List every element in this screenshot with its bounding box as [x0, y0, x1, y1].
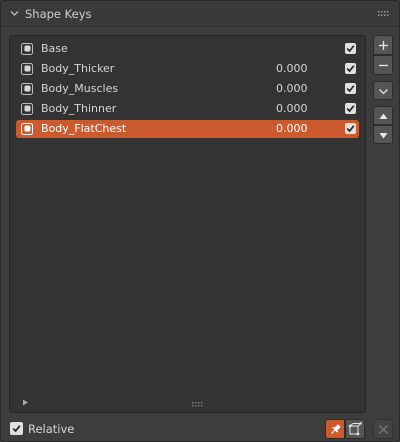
list-item-body-thicker[interactable]: Body_Thicker 0.000 [16, 60, 359, 78]
list-resize-grip-icon[interactable] [192, 402, 204, 407]
triangle-down-icon [379, 133, 388, 139]
add-shape-key-button[interactable] [373, 35, 393, 55]
drag-grip-icon[interactable] [378, 11, 390, 17]
clear-weights-button[interactable] [373, 419, 393, 439]
shape-key-name[interactable]: Body_Thinner [41, 102, 116, 115]
shape-key-edit-mode-button[interactable] [345, 419, 365, 439]
shape-key-specials-menu-button[interactable] [373, 81, 393, 100]
relative-checkbox[interactable] [10, 422, 23, 435]
minus-icon [379, 64, 388, 67]
shape-key-icon [21, 103, 33, 115]
shape-key-value[interactable]: 0.000 [276, 62, 308, 75]
shape-key-name[interactable]: Base [41, 42, 68, 55]
remove-shape-key-button[interactable] [373, 55, 393, 75]
shape-key-icon [21, 63, 33, 75]
shape-key-lock-button[interactable] [325, 419, 345, 439]
shape-key-mute-checkbox[interactable] [345, 123, 356, 134]
triangle-up-icon [379, 113, 388, 119]
pin-icon [331, 424, 341, 434]
shape-key-icon [21, 123, 33, 135]
close-icon [379, 425, 388, 434]
shape-key-value[interactable]: 0.000 [276, 122, 308, 135]
move-down-button[interactable] [373, 125, 393, 144]
shape-key-name[interactable]: Body_FlatChest [41, 122, 126, 135]
shape-key-icon [21, 43, 33, 55]
shape-key-name[interactable]: Body_Thicker [41, 62, 114, 75]
plus-icon [379, 41, 388, 50]
move-up-button[interactable] [373, 106, 393, 125]
shape-key-name[interactable]: Body_Muscles [41, 82, 118, 95]
shape-key-value[interactable]: 0.000 [276, 82, 308, 95]
expand-filter-icon[interactable] [22, 399, 29, 406]
chevron-down-icon [379, 89, 388, 95]
shape-key-mute-checkbox[interactable] [345, 103, 356, 114]
list-item-body-thinner[interactable]: Body_Thinner 0.000 [16, 100, 359, 118]
shape-key-value[interactable]: 0.000 [276, 102, 308, 115]
shape-key-mute-checkbox[interactable] [345, 83, 356, 94]
edit-mode-mesh-icon [348, 422, 362, 436]
shape-key-icon [21, 83, 33, 95]
list-item-body-flatchest[interactable]: Body_FlatChest 0.000 [16, 120, 359, 138]
shape-keys-list[interactable]: Base Body_Thicker 0.000 Body_Muscles 0.0… [9, 35, 366, 413]
chevron-down-icon[interactable] [10, 9, 19, 18]
relative-label[interactable]: Relative [28, 422, 74, 436]
list-item-body-muscles[interactable]: Body_Muscles 0.000 [16, 80, 359, 98]
shape-keys-panel: Shape Keys Base Body_Thicker 0.000 Body_… [0, 0, 400, 442]
panel-header[interactable]: Shape Keys [2, 2, 398, 27]
list-item-base[interactable]: Base [16, 40, 359, 58]
shape-key-mute-checkbox[interactable] [345, 43, 356, 54]
shape-key-mute-checkbox[interactable] [345, 63, 356, 74]
panel-title: Shape Keys [25, 7, 92, 21]
